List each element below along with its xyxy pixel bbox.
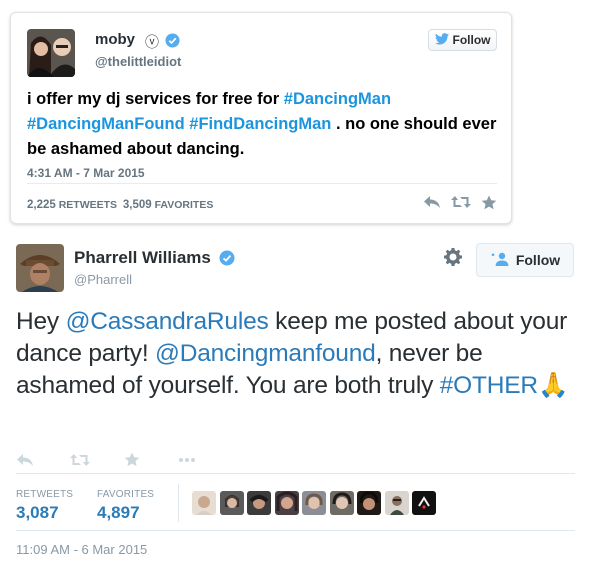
hashtag-link[interactable]: #DancingManFound: [27, 115, 185, 133]
favoriter-avatar[interactable]: [247, 491, 271, 515]
divider: [16, 473, 575, 474]
moby-actions: [423, 195, 497, 215]
favoriter-avatar[interactable]: [329, 491, 354, 515]
retweet-icon[interactable]: [451, 195, 471, 215]
retweets-count[interactable]: 3,087: [16, 503, 59, 523]
divider: [27, 183, 497, 184]
moby-tweet-card: moby ⓥ @thelittleidiot Follow i offer my…: [10, 12, 512, 224]
moby-avatar[interactable]: [27, 29, 75, 77]
verified-badge-icon: [219, 250, 235, 271]
praying-hands-emoji: 🙏: [537, 372, 569, 399]
pharrell-timestamp[interactable]: 11:09 AM - 6 Mar 2015: [16, 542, 147, 557]
hashtag-link[interactable]: #FindDancingMan: [189, 115, 331, 133]
favorites-label: FAVORITES: [97, 489, 155, 500]
moby-timestamp[interactable]: 4:31 AM - 7 Mar 2015: [27, 166, 145, 180]
retweet-label: RETWEETS: [58, 199, 118, 211]
moby-handle[interactable]: @thelittleidiot: [95, 54, 181, 69]
favoriter-avatar[interactable]: [357, 491, 381, 515]
favoriter-avatars: [192, 491, 436, 515]
hashtag-link[interactable]: #DancingMan: [284, 90, 391, 108]
stats-separator: [178, 484, 179, 522]
pharrell-actions: [16, 452, 232, 467]
retweet-icon[interactable]: [70, 453, 124, 467]
verified-badge-icon: [165, 33, 180, 53]
star-icon[interactable]: [124, 452, 178, 467]
favoriter-avatar[interactable]: [274, 491, 299, 515]
retweets-label: RETWEETS: [16, 489, 74, 500]
pharrell-tweet-text: Hey @CassandraRules keep me posted about…: [16, 306, 576, 402]
vegan-symbol: ⓥ: [145, 34, 159, 50]
moby-tweet-text: i offer my dj services for free for #Dan…: [27, 87, 497, 162]
favoriter-avatar[interactable]: [384, 491, 409, 515]
favorite-count: 3,509: [122, 199, 152, 211]
pharrell-avatar[interactable]: [16, 244, 64, 292]
reply-icon[interactable]: [16, 453, 70, 467]
favoriter-avatar[interactable]: [219, 491, 244, 515]
star-icon[interactable]: [481, 195, 497, 215]
mention-link[interactable]: @Dancingmanfound: [155, 340, 376, 367]
favoriter-avatar[interactable]: [192, 491, 216, 515]
favoriter-avatar[interactable]: [302, 491, 326, 515]
retweet-count: 2,225: [27, 199, 56, 211]
text-segment: i offer my dj services for free for: [27, 90, 284, 108]
moby-follow-button[interactable]: Follow: [428, 29, 497, 51]
follow-label: Follow: [452, 33, 491, 47]
pharrell-handle[interactable]: @Pharrell: [74, 272, 132, 287]
hashtag-link[interactable]: #OTHER: [440, 372, 538, 399]
moby-stats: 2,225 RETWEETS 3,509 FAVORITES: [27, 199, 213, 211]
favorite-label: FAVORITES: [154, 199, 214, 211]
pharrell-follow-button[interactable]: Follow: [476, 243, 574, 277]
gear-icon[interactable]: [443, 247, 463, 272]
mention-link[interactable]: @CassandraRules: [66, 308, 269, 335]
twitter-bird-icon: [434, 32, 449, 48]
reply-icon[interactable]: [423, 195, 441, 215]
favoriter-avatar[interactable]: [412, 491, 436, 515]
divider: [16, 530, 575, 531]
add-person-icon: [490, 252, 510, 269]
follow-label: Follow: [515, 252, 561, 268]
more-dots-icon[interactable]: [178, 457, 232, 463]
pharrell-name[interactable]: Pharrell Williams: [74, 248, 211, 268]
favorites-count[interactable]: 4,897: [97, 503, 140, 523]
text-segment: Hey: [16, 308, 66, 335]
moby-name[interactable]: moby: [95, 31, 135, 48]
